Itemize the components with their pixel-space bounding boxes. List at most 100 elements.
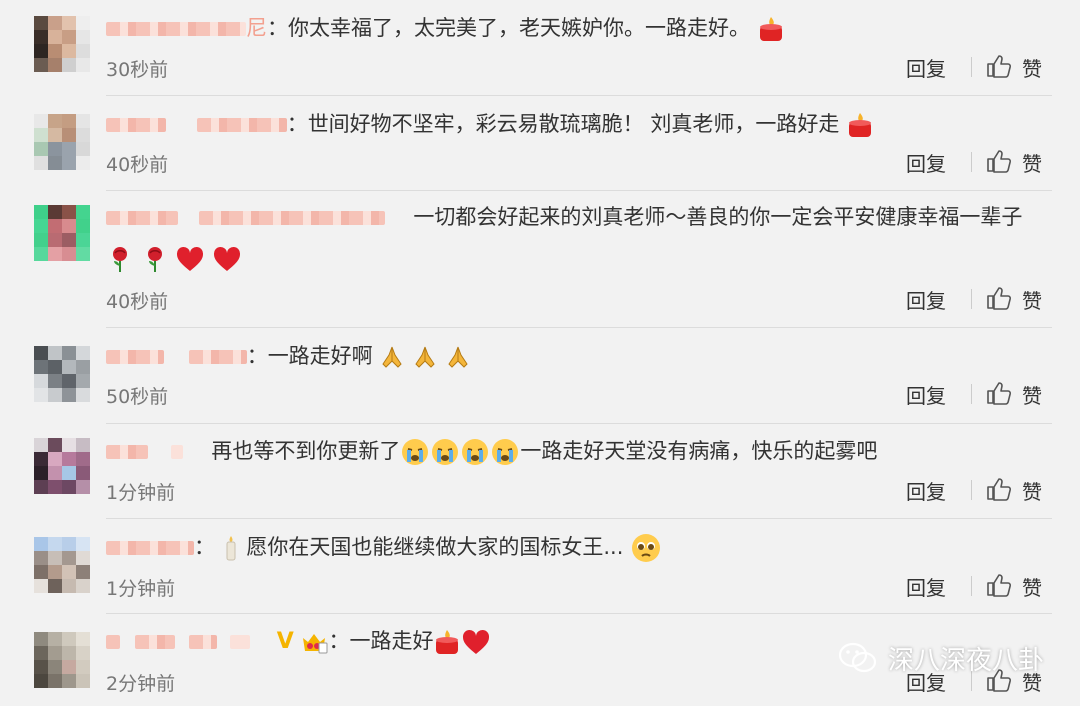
avatar[interactable] bbox=[34, 438, 90, 494]
comment-actions: 回复 赞 bbox=[906, 53, 1056, 81]
comment-time: 40秒前 bbox=[106, 154, 169, 176]
comment-time: 50秒前 bbox=[106, 386, 169, 408]
comment-body: ：一路走好啊 bbox=[106, 342, 1052, 370]
reply-button[interactable]: 回复 bbox=[906, 380, 946, 409]
comment-body: ： 愿你在天国也能继续做大家的国标女王... bbox=[106, 532, 1052, 564]
like-button[interactable]: 赞 bbox=[1022, 572, 1042, 601]
like-button[interactable]: 赞 bbox=[1022, 148, 1042, 177]
username-blurred[interactable] bbox=[134, 635, 175, 649]
candle-emoji bbox=[436, 630, 459, 654]
comment-body: 一切都会好起来的刘真老师～善良的你一定会平安健康幸福一辈子 bbox=[106, 203, 1052, 231]
username-blurred[interactable] bbox=[106, 118, 166, 132]
thumbs-up-icon[interactable] bbox=[986, 573, 1012, 597]
comment-text-after: 一路走好天堂没有病痛，快乐的起雾吧 bbox=[520, 439, 878, 463]
comment-actions: 回复 赞 bbox=[906, 148, 1056, 176]
crying-emoji bbox=[402, 439, 429, 465]
comment-text: 愿你在天国也能继续做大家的国标女王... bbox=[246, 535, 624, 559]
username-blurred[interactable] bbox=[106, 635, 120, 649]
rose-emoji bbox=[113, 247, 127, 272]
comment-text: 一路走好 bbox=[349, 629, 434, 653]
avatar[interactable] bbox=[34, 537, 90, 593]
crown-badge-icon bbox=[303, 634, 328, 654]
reply-button[interactable]: 回复 bbox=[906, 572, 946, 601]
action-separator bbox=[971, 152, 972, 172]
v-badge-icon: V bbox=[276, 629, 294, 654]
pray-emoji bbox=[448, 346, 468, 368]
username-blurred[interactable] bbox=[106, 541, 194, 555]
comment-text: 世间好物不坚牢，彩云易散琉璃脆！ 刘真老师，一路好走 bbox=[307, 112, 840, 136]
avatar[interactable] bbox=[34, 16, 90, 72]
avatar[interactable] bbox=[34, 632, 90, 688]
crying-emoji bbox=[492, 439, 519, 465]
thumbs-up-icon[interactable] bbox=[986, 381, 1012, 405]
action-separator bbox=[971, 289, 972, 309]
username-blurred[interactable] bbox=[106, 22, 246, 36]
thumbs-up-icon[interactable] bbox=[986, 477, 1012, 501]
heart-emoji bbox=[214, 246, 241, 271]
reply-button[interactable]: 回复 bbox=[906, 53, 946, 82]
username-blurred[interactable] bbox=[188, 350, 247, 364]
username-blurred[interactable] bbox=[189, 635, 218, 649]
comment-actions: 回复 赞 bbox=[906, 380, 1056, 408]
comment-text: 一切都会好起来的刘真老师～善良的你一定会平安健康幸福一辈子 bbox=[413, 205, 1023, 229]
pray-emoji bbox=[415, 346, 435, 368]
username-blurred[interactable] bbox=[198, 211, 385, 225]
crying-emoji bbox=[432, 439, 459, 465]
comment-actions: 回复 赞 bbox=[906, 572, 1056, 600]
reply-button[interactable]: 回复 bbox=[906, 476, 946, 505]
comment-emoji-row bbox=[106, 244, 242, 273]
watermark-text: 深八深夜八卦 bbox=[888, 645, 1045, 676]
username-blurred[interactable] bbox=[106, 445, 148, 459]
divider bbox=[106, 190, 1052, 191]
candle-small-emoji bbox=[226, 536, 236, 561]
comment-time: 40秒前 bbox=[106, 291, 169, 313]
action-separator bbox=[971, 576, 972, 596]
comment-actions: 回复 赞 bbox=[906, 476, 1056, 504]
thumbs-up-icon[interactable] bbox=[986, 54, 1012, 78]
pray-emoji bbox=[382, 346, 403, 368]
comment-actions: 回复 赞 bbox=[906, 285, 1056, 313]
avatar[interactable] bbox=[34, 346, 90, 402]
like-button[interactable]: 赞 bbox=[1022, 53, 1042, 82]
comment-text: 你太幸福了，太完美了，老天嫉妒你。一路走好。 bbox=[288, 16, 750, 40]
username-blurred[interactable] bbox=[230, 635, 251, 649]
action-separator bbox=[971, 57, 972, 77]
crying-emoji bbox=[462, 439, 489, 465]
comment-body: 再也等不到你更新了 一路走好天堂没有病痛，快乐的起雾吧 bbox=[106, 437, 1052, 467]
divider bbox=[106, 613, 1052, 614]
thumbs-up-icon[interactable] bbox=[986, 286, 1012, 310]
pleading-emoji bbox=[632, 534, 661, 562]
comment-time: 2分钟前 bbox=[106, 673, 176, 695]
like-button[interactable]: 赞 bbox=[1022, 285, 1042, 314]
action-separator bbox=[971, 480, 972, 500]
candle-emoji bbox=[759, 17, 782, 41]
heart-emoji bbox=[177, 246, 204, 271]
comment-time: 1分钟前 bbox=[106, 578, 176, 600]
comment-time: 30秒前 bbox=[106, 59, 169, 81]
rose-emoji bbox=[147, 247, 162, 272]
comment-body: ：世间好物不坚牢，彩云易散琉璃脆！ 刘真老师，一路好走 bbox=[106, 110, 1052, 139]
comment-body: 尼：你太幸福了，太完美了，老天嫉妒你。一路走好。 bbox=[106, 14, 1052, 43]
like-button[interactable]: 赞 bbox=[1022, 380, 1042, 409]
username-blurred[interactable] bbox=[170, 445, 183, 459]
heart-emoji bbox=[463, 629, 490, 654]
username-suffix[interactable]: 尼 bbox=[246, 16, 267, 40]
divider bbox=[106, 327, 1052, 328]
comment-text: 一路走好啊 bbox=[267, 344, 373, 368]
wechat-logo-icon bbox=[838, 642, 877, 673]
divider bbox=[106, 423, 1052, 424]
username-blurred[interactable] bbox=[196, 118, 287, 132]
comment-time: 1分钟前 bbox=[106, 482, 176, 504]
username-blurred[interactable] bbox=[106, 350, 164, 364]
comment-text-before: 再也等不到你更新了 bbox=[211, 439, 401, 463]
wechat-watermark: 深八深夜八卦 bbox=[838, 638, 1044, 678]
reply-button[interactable]: 回复 bbox=[906, 148, 946, 177]
avatar[interactable] bbox=[34, 114, 90, 170]
avatar[interactable] bbox=[34, 205, 90, 261]
candle-emoji bbox=[849, 113, 872, 137]
username-blurred[interactable] bbox=[106, 211, 178, 225]
divider bbox=[106, 518, 1052, 519]
reply-button[interactable]: 回复 bbox=[906, 285, 946, 314]
thumbs-up-icon[interactable] bbox=[986, 149, 1012, 173]
like-button[interactable]: 赞 bbox=[1022, 476, 1042, 505]
